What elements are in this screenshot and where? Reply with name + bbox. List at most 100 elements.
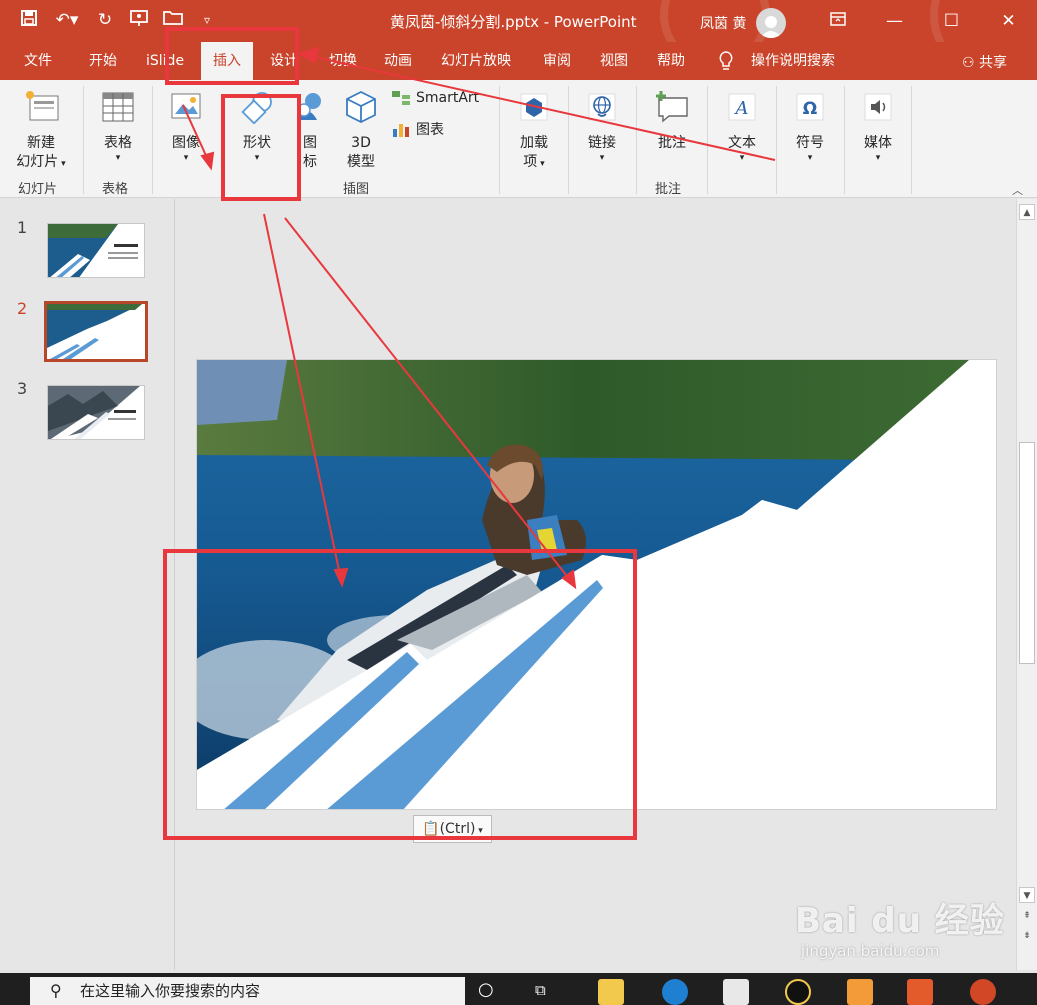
- tab-transitions[interactable]: 切换: [317, 42, 369, 80]
- scroll-down-icon[interactable]: ▼: [1019, 887, 1035, 903]
- addins-button[interactable]: 加载 项 ▾: [514, 90, 554, 174]
- tab-animations[interactable]: 动画: [372, 42, 424, 80]
- slide-thumbnail-1[interactable]: [47, 223, 145, 278]
- slide-thumbnail-2[interactable]: [44, 301, 148, 362]
- minimize-icon[interactable]: —: [866, 0, 923, 42]
- thumbnail-number: 2: [17, 299, 28, 318]
- thumbnail-number: 1: [17, 218, 28, 237]
- ribbon-display-options-icon[interactable]: [809, 0, 866, 42]
- table-icon: [102, 92, 134, 122]
- taskbar-search-input[interactable]: ⚲ 在这里输入你要搜索的内容: [30, 977, 465, 1005]
- speaker-icon: [864, 93, 892, 121]
- avatar[interactable]: [756, 8, 787, 38]
- app-icon[interactable]: [847, 979, 873, 1005]
- clipboard-icon: 📋: [422, 821, 440, 837]
- link-button[interactable]: 链接 ▾: [582, 90, 622, 163]
- thumbnail-image: [47, 304, 145, 359]
- new-slide-icon: [26, 91, 59, 121]
- tab-islide[interactable]: iSlide: [134, 42, 196, 80]
- lightbulb-icon[interactable]: [718, 51, 734, 75]
- symbols-button[interactable]: Ω 符号 ▾: [790, 90, 830, 163]
- title-bar: ↶▾ ↻ ▿ 黄凤茵-倾斜分割.pptx - PowerPoint 凤茵 黄 —…: [0, 0, 1037, 80]
- redo-icon[interactable]: ↻: [94, 9, 116, 31]
- tab-help[interactable]: 帮助: [645, 42, 697, 80]
- group-label-tables: 表格: [102, 182, 129, 197]
- tab-review[interactable]: 审阅: [531, 42, 583, 80]
- close-icon[interactable]: ✕: [980, 0, 1037, 42]
- save-icon[interactable]: [18, 9, 40, 31]
- new-slide-button[interactable]: 新建 幻灯片 ▾: [12, 90, 70, 174]
- slide-photo: [197, 360, 996, 809]
- chart-icon: [393, 124, 409, 137]
- group-label-comments: 批注: [655, 182, 682, 197]
- tab-file[interactable]: 文件: [12, 42, 64, 80]
- collapse-ribbon-icon[interactable]: ︿: [1012, 182, 1023, 198]
- task-view-icon[interactable]: ⧉: [535, 981, 546, 999]
- customize-toolbar-icon[interactable]: ▿: [196, 9, 218, 31]
- link-globe-icon: [588, 93, 616, 121]
- undo-icon[interactable]: ↶▾: [52, 9, 82, 31]
- share-label: 共享: [979, 55, 1007, 71]
- tab-slideshow[interactable]: 幻灯片放映: [429, 42, 523, 80]
- slide-thumbnail-pane: 1 2 3: [0, 199, 175, 970]
- watermark-main: Bai du 经验: [795, 901, 1005, 941]
- shapes-icon: [241, 92, 272, 125]
- app-icon[interactable]: [907, 979, 933, 1005]
- svg-text:Ω: Ω: [803, 99, 817, 119]
- powerpoint-taskbar-icon[interactable]: [970, 979, 996, 1005]
- svg-text:A: A: [734, 98, 749, 119]
- group-label-slides: 幻灯片: [18, 182, 58, 197]
- omega-icon: Ω: [796, 93, 824, 121]
- vertical-scrollbar[interactable]: ▲ ▼ ⇞ ⇟: [1016, 199, 1037, 970]
- file-explorer-icon[interactable]: [598, 979, 624, 1005]
- smartart-icon: [392, 91, 410, 105]
- paste-options-button[interactable]: 📋(Ctrl) ▾: [413, 815, 492, 843]
- present-icon[interactable]: [128, 9, 150, 31]
- scroll-thumb[interactable]: [1019, 442, 1035, 664]
- tab-insert[interactable]: 插入: [201, 42, 253, 80]
- group-label-illustrations: 插图: [343, 182, 370, 197]
- thumbnail-number: 3: [17, 379, 28, 398]
- person-icon: ⚇: [961, 55, 975, 71]
- icons-button[interactable]: 图 标: [290, 90, 330, 172]
- scroll-up-icon[interactable]: ▲: [1019, 204, 1035, 220]
- comment-button[interactable]: 批注: [650, 90, 694, 153]
- text-box-icon: A: [728, 93, 756, 121]
- document-title: 黄凤茵-倾斜分割.pptx - PowerPoint: [390, 13, 637, 31]
- user-name[interactable]: 凤茵 黄: [700, 13, 746, 33]
- folder-icon[interactable]: [162, 9, 184, 31]
- icons-icon: [297, 93, 321, 120]
- watermark-url: jingyan.baidu.com: [801, 942, 940, 960]
- shapes-button[interactable]: 形状 ▾: [234, 90, 280, 163]
- image-button[interactable]: 图像 ▾: [164, 90, 208, 163]
- chart-button[interactable]: 图表: [391, 119, 444, 139]
- watermark: Bai du 经验 jingyan.baidu.com: [795, 893, 1005, 960]
- addins-icon: [520, 93, 548, 121]
- thumbnail-image: [48, 386, 144, 439]
- tell-me-search[interactable]: 操作说明搜索: [739, 42, 847, 80]
- 3d-model-button[interactable]: 3D 模型: [340, 90, 382, 172]
- media-button[interactable]: 媒体 ▾: [858, 90, 898, 163]
- tab-view[interactable]: 视图: [588, 42, 640, 80]
- smartart-button[interactable]: SmartArt: [391, 90, 479, 106]
- store-icon[interactable]: [723, 979, 749, 1005]
- tab-design[interactable]: 设计: [258, 42, 310, 80]
- image-icon: [171, 93, 201, 119]
- next-slide-icon[interactable]: ⇟: [1019, 928, 1035, 944]
- slide-thumbnail-3[interactable]: [47, 385, 145, 440]
- thumbnail-image: [48, 224, 144, 277]
- ribbon-tabs: 文件 开始 iSlide 插入 设计 切换 动画 幻灯片放映 审阅 视图 帮助 …: [0, 42, 1037, 80]
- ribbon: 新建 幻灯片 ▾ 幻灯片 表格 ▾ 表格 图像 ▾ 形状 ▾ 图 标 3D 模型…: [0, 80, 1037, 198]
- table-button[interactable]: 表格 ▾: [96, 90, 140, 163]
- prev-slide-icon[interactable]: ⇞: [1019, 908, 1035, 924]
- maximize-icon[interactable]: ☐: [923, 0, 980, 42]
- text-button[interactable]: A 文本 ▾: [722, 90, 762, 163]
- qq-icon[interactable]: [785, 979, 811, 1005]
- share-button[interactable]: ⚇ 共享: [962, 52, 1007, 72]
- 3d-cube-icon: [346, 90, 376, 124]
- cortana-icon[interactable]: ○: [478, 979, 494, 1000]
- comment-icon: [656, 91, 688, 123]
- slide[interactable]: [196, 359, 997, 810]
- tab-home[interactable]: 开始: [77, 42, 129, 80]
- browser-icon[interactable]: [662, 979, 688, 1005]
